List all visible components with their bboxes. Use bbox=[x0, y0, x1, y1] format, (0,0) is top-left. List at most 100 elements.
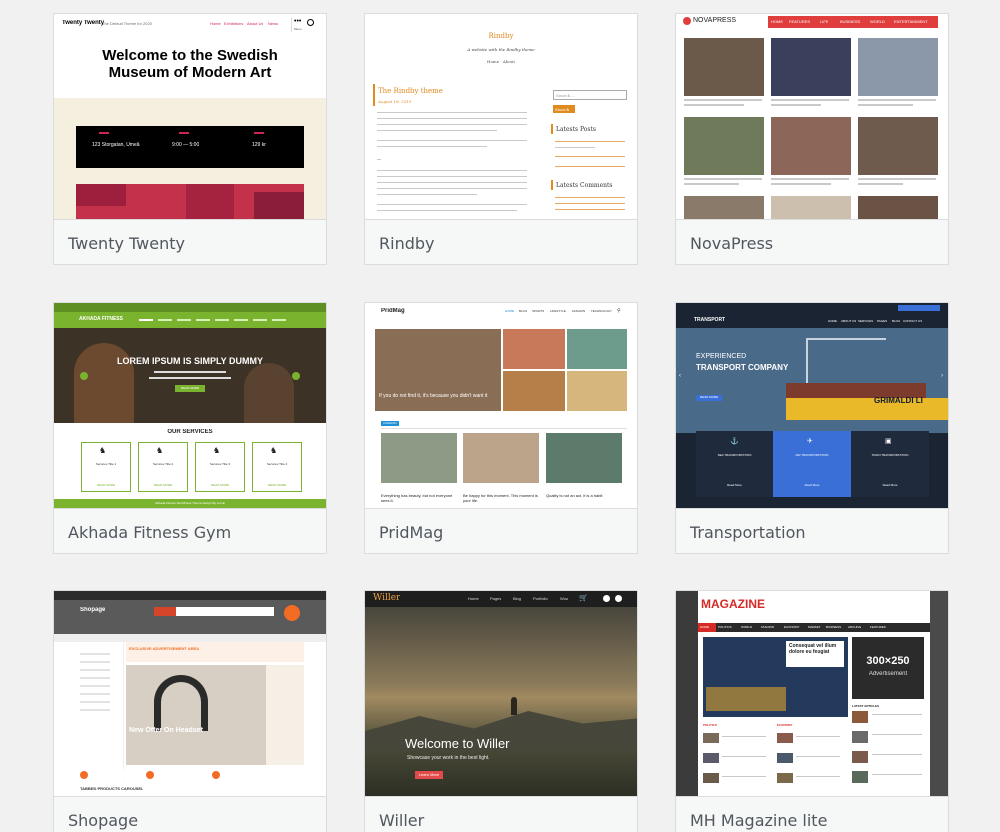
preview-ad-label: Advertisement bbox=[868, 671, 908, 677]
theme-card-pridmag[interactable]: PridMag HOME BLOG SPORTS LIFESTYLE FASHI… bbox=[364, 302, 638, 554]
preview-crane bbox=[806, 338, 886, 388]
preview-service-title: Services Title 3 bbox=[209, 462, 231, 466]
theme-screenshot[interactable]: Willer Home Pages Blog Portfolio Woo 🛒 W… bbox=[365, 591, 637, 796]
theme-card-mh-magazine-lite[interactable]: MAGAZINE HOME POLITICS WORLD FASHION ECO… bbox=[675, 590, 949, 832]
text-line bbox=[796, 776, 840, 777]
theme-card-akhada-fitness-gym[interactable]: AKHADA FITNESS LOREM IPSUM IS SIMPLY DUM… bbox=[53, 302, 327, 554]
search-icon: ⚲ bbox=[617, 308, 621, 314]
preview-nav-item: POLITICS bbox=[718, 625, 732, 629]
preview-post-title: The Rindby theme bbox=[378, 87, 443, 95]
preview-hero-boxer bbox=[74, 343, 134, 423]
theme-card-willer[interactable]: Willer Home Pages Blog Portfolio Woo 🛒 W… bbox=[364, 590, 638, 832]
preview-section-tag: FASHION bbox=[381, 421, 399, 426]
nav-line bbox=[215, 319, 229, 321]
theme-name-bar[interactable]: Rindby bbox=[365, 219, 637, 264]
feature-icon bbox=[212, 771, 220, 779]
preview-nav-item: BUSINESS bbox=[840, 19, 861, 24]
text-line bbox=[555, 147, 595, 148]
preview-nav-item: HOME bbox=[771, 19, 783, 24]
theme-name-bar[interactable]: Willer bbox=[365, 796, 637, 832]
divider bbox=[381, 428, 627, 429]
theme-name: PridMag bbox=[379, 523, 444, 542]
text-line bbox=[555, 156, 625, 157]
preview-nav-item: WORLD bbox=[870, 19, 885, 24]
theme-name: Willer bbox=[379, 811, 425, 830]
preview-hero-image-block bbox=[76, 184, 126, 206]
theme-name-bar[interactable]: Transportation bbox=[676, 508, 948, 553]
text-line bbox=[80, 669, 110, 671]
theme-name: Akhada Fitness Gym bbox=[68, 523, 232, 542]
preview-services-title: OUR SERVICES bbox=[167, 429, 213, 435]
text-line bbox=[858, 178, 936, 180]
text-line bbox=[80, 693, 110, 695]
text-line bbox=[722, 776, 766, 777]
plane-icon: ✈ bbox=[807, 438, 813, 445]
preview-info-price: 129 kr bbox=[252, 142, 266, 148]
nav-line bbox=[272, 319, 286, 321]
theme-card-transportation[interactable]: TRANSPORT HOME ABOUT US SERVICES PAGES B… bbox=[675, 302, 949, 554]
theme-screenshot[interactable]: PridMag HOME BLOG SPORTS LIFESTYLE FASHI… bbox=[365, 303, 637, 508]
preview-nav-item: CONTACT US bbox=[903, 319, 923, 323]
text-line bbox=[377, 112, 527, 113]
preview-nav-item: SERVICES bbox=[858, 319, 874, 323]
preview-ad-banner bbox=[126, 642, 304, 662]
theme-name-bar[interactable]: Shopage bbox=[54, 796, 326, 832]
preview-ship-text: GRIMALDI LI bbox=[874, 396, 923, 405]
preview-logo: Shopage bbox=[80, 607, 106, 613]
preview-service-title: SEA TRANSPORTATION bbox=[717, 453, 752, 457]
preview-menu-item: News bbox=[268, 21, 279, 26]
preview-nav-item: ENTERTAINMENT bbox=[894, 19, 928, 24]
theme-screenshot[interactable]: AKHADA FITNESS LOREM IPSUM IS SIMPLY DUM… bbox=[54, 303, 326, 508]
text-line bbox=[858, 104, 913, 106]
text-line bbox=[872, 714, 922, 715]
text-line bbox=[80, 701, 110, 703]
preview-subline: Showcase your work in the best light. bbox=[407, 755, 490, 761]
feature-icon bbox=[146, 771, 154, 779]
preview-top-button bbox=[898, 305, 940, 311]
text-line bbox=[377, 118, 527, 119]
theme-card-shopage[interactable]: Shopage EXCLUSIVE ADVERTISEMENT AREA New… bbox=[53, 590, 327, 832]
dumbbell-icon: ♞ bbox=[99, 446, 107, 455]
theme-name-bar[interactable]: Akhada Fitness Gym bbox=[54, 508, 326, 553]
theme-name: Rindby bbox=[379, 234, 435, 253]
theme-card-rindby[interactable]: Rindby A website with the Rindby theme H… bbox=[364, 13, 638, 265]
preview-city-lights bbox=[706, 687, 786, 711]
preview-post-caption: Quality is not an act, it is a habit bbox=[546, 493, 603, 498]
preview-nav-item: HOME bbox=[700, 625, 709, 629]
preview-image bbox=[503, 329, 565, 369]
preview-bg-left bbox=[676, 591, 698, 796]
preview-logo: TRANSPORT bbox=[694, 317, 726, 323]
theme-name-bar[interactable]: NovaPress bbox=[676, 219, 948, 264]
theme-card-twenty-twenty[interactable]: Twenty Twenty The Default Theme for 2020… bbox=[53, 13, 327, 265]
preview-thumb bbox=[852, 711, 868, 723]
theme-screenshot[interactable]: Twenty Twenty The Default Theme for 2020… bbox=[54, 14, 326, 219]
preview-image bbox=[546, 433, 622, 483]
text-line bbox=[377, 204, 527, 205]
preview-site-title: Twenty Twenty bbox=[62, 20, 105, 26]
preview-menu-item: Home bbox=[210, 21, 221, 26]
theme-screenshot[interactable]: MAGAZINE HOME POLITICS WORLD FASHION ECO… bbox=[676, 591, 948, 796]
preview-offer-title: New Offer On Headset bbox=[129, 727, 203, 734]
preview-hero-title: LOREM IPSUM IS SIMPLY DUMMY bbox=[116, 356, 264, 366]
preview-image bbox=[463, 433, 539, 483]
preview-ad-box bbox=[852, 637, 924, 699]
theme-name-bar[interactable]: PridMag bbox=[365, 508, 637, 553]
preview-nav-item: BUSINESS bbox=[826, 625, 842, 629]
preview-nav-item: WORLD bbox=[741, 625, 753, 629]
theme-name-bar[interactable]: Twenty Twenty bbox=[54, 219, 326, 264]
theme-screenshot[interactable]: NOVAPRESS HOME FEATURES LIFE BUSINESS WO… bbox=[676, 14, 948, 219]
preview-nav-item: LIFESTYLE bbox=[550, 309, 566, 313]
text-line bbox=[684, 183, 739, 185]
text-line bbox=[377, 124, 527, 125]
text-line bbox=[872, 754, 922, 755]
theme-name: MH Magazine lite bbox=[690, 811, 828, 830]
text-line bbox=[684, 178, 762, 180]
preview-nav-item: ECONOMY bbox=[784, 625, 800, 629]
theme-card-novapress[interactable]: NOVAPRESS HOME FEATURES LIFE BUSINESS WO… bbox=[675, 13, 949, 265]
theme-screenshot[interactable]: Rindby A website with the Rindby theme H… bbox=[365, 14, 637, 219]
preview-nav-item: Woo bbox=[560, 596, 569, 601]
theme-screenshot[interactable]: Shopage EXCLUSIVE ADVERTISEMENT AREA New… bbox=[54, 591, 326, 796]
theme-name-bar[interactable]: MH Magazine lite bbox=[676, 796, 948, 832]
train-icon: ▣ bbox=[885, 438, 892, 445]
theme-screenshot[interactable]: TRANSPORT HOME ABOUT US SERVICES PAGES B… bbox=[676, 303, 948, 508]
